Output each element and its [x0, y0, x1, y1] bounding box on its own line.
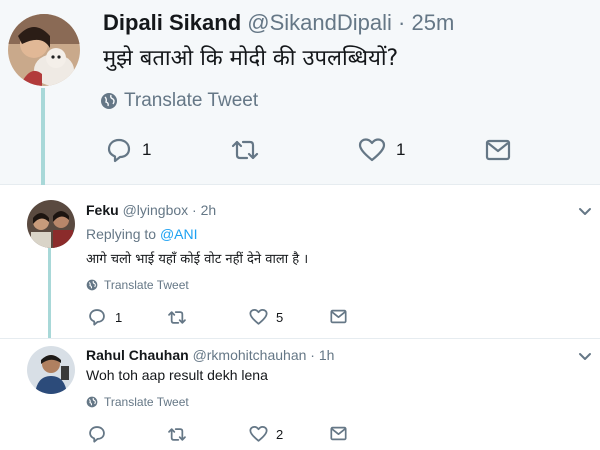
- author-handle[interactable]: @SikandDipali: [247, 10, 392, 35]
- timestamp[interactable]: 2h: [201, 202, 217, 218]
- retweet-icon: [167, 427, 187, 442]
- like-count: 2: [276, 426, 284, 442]
- translate-label: Translate Tweet: [104, 278, 189, 292]
- retweet-button[interactable]: [167, 310, 197, 325]
- globe-icon: [86, 396, 98, 408]
- like-icon: [249, 308, 268, 326]
- tweet-text: मुझे बताओ कि मोदी की उपलब्धियों?: [103, 46, 399, 71]
- thread-line: [48, 248, 51, 338]
- message-button[interactable]: [330, 426, 347, 441]
- message-icon: [330, 309, 347, 324]
- reply-icon: [88, 308, 106, 326]
- retweet-button[interactable]: [167, 427, 197, 442]
- chevron-down-icon[interactable]: [578, 204, 592, 222]
- like-icon: [249, 425, 268, 443]
- main-tweet: Dipali Sikand @SikandDipali · 25m मुझे ब…: [0, 0, 600, 185]
- message-icon: [485, 139, 511, 161]
- separator-dot: ·: [310, 347, 315, 363]
- message-icon: [330, 426, 347, 441]
- translate-label: Translate Tweet: [124, 90, 259, 111]
- author-handle[interactable]: @rkmohitchauhan: [193, 347, 307, 363]
- like-button[interactable]: 5: [249, 308, 283, 326]
- translate-link[interactable]: Translate Tweet: [100, 90, 258, 112]
- author-name[interactable]: Rahul Chauhan: [86, 347, 189, 363]
- thread-line: [41, 88, 45, 185]
- like-count: 5: [276, 309, 284, 325]
- separator-dot: ·: [398, 10, 406, 35]
- globe-icon: [86, 279, 98, 291]
- mention-link[interactable]: @ANI: [160, 226, 198, 242]
- retweet-icon: [230, 139, 260, 161]
- author-name[interactable]: Feku: [86, 202, 119, 218]
- tweet-header: Dipali Sikand @SikandDipali · 25m: [103, 10, 454, 36]
- reply-count: 1: [142, 140, 152, 159]
- reply-button[interactable]: 1: [88, 308, 122, 326]
- tweet-header: Rahul Chauhan @rkmohitchauhan · 1h: [86, 347, 334, 363]
- author-name[interactable]: Dipali Sikand: [103, 10, 241, 35]
- like-icon: [358, 137, 386, 163]
- chevron-down-icon[interactable]: [578, 349, 592, 367]
- translate-link[interactable]: Translate Tweet: [86, 395, 189, 409]
- reply-icon: [88, 425, 106, 443]
- replying-to: Replying to @ANI: [86, 226, 198, 242]
- reply-button[interactable]: 1: [106, 137, 151, 163]
- avatar[interactable]: [27, 200, 75, 248]
- like-count: 1: [396, 140, 406, 159]
- replying-prefix: Replying to: [86, 226, 157, 242]
- tweet-header: Feku @lyingbox · 2h: [86, 202, 216, 218]
- translate-link[interactable]: Translate Tweet: [86, 278, 189, 292]
- tweet-text: Woh toh aap result dekh lena: [86, 367, 268, 383]
- timestamp[interactable]: 25m: [411, 10, 454, 35]
- divider: [0, 338, 600, 339]
- globe-icon: [100, 92, 118, 110]
- reply-button[interactable]: [88, 425, 116, 443]
- retweet-button[interactable]: [230, 139, 270, 161]
- timestamp[interactable]: 1h: [319, 347, 335, 363]
- author-handle[interactable]: @lyingbox: [123, 202, 189, 218]
- message-button[interactable]: [485, 139, 511, 161]
- avatar[interactable]: [8, 14, 80, 86]
- like-button[interactable]: 2: [249, 425, 283, 443]
- avatar[interactable]: [27, 346, 75, 394]
- separator-dot: ·: [192, 202, 197, 218]
- message-button[interactable]: [330, 309, 347, 324]
- reply-count: 1: [115, 309, 123, 325]
- tweet-text: आगे चलो भाई यहाँ कोई वोट नहीं देने वाला …: [86, 252, 309, 267]
- retweet-icon: [167, 310, 187, 325]
- translate-label: Translate Tweet: [104, 395, 189, 409]
- like-button[interactable]: 1: [358, 137, 405, 163]
- reply-icon: [106, 137, 132, 163]
